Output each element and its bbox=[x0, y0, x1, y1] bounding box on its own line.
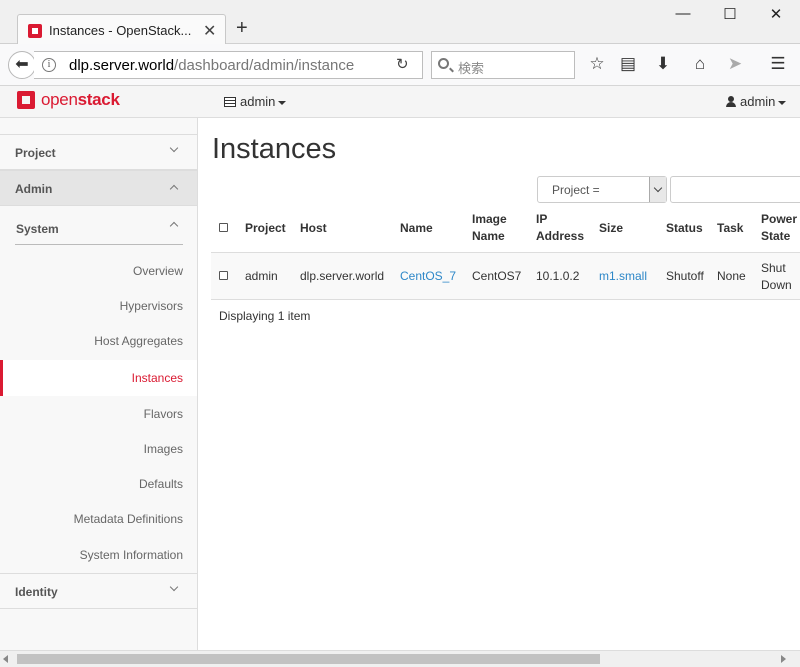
browser-tab[interactable]: Instances - OpenStack... ✕ bbox=[17, 14, 226, 45]
filter-field-select[interactable]: Project = bbox=[537, 176, 667, 203]
sidebar-panel-label: Project bbox=[15, 146, 56, 160]
cell-task: None bbox=[717, 269, 746, 283]
sidebar-panel-label: Identity bbox=[15, 585, 58, 599]
download-icon[interactable]: ⬇ bbox=[652, 54, 674, 74]
col-header-image-name-1[interactable]: Image bbox=[472, 211, 507, 228]
page-title: Instances bbox=[212, 133, 337, 165]
tab-close-icon[interactable]: ✕ bbox=[203, 21, 216, 41]
col-header-size[interactable]: Size bbox=[599, 220, 623, 237]
cell-image-name: CentOS7 bbox=[472, 269, 522, 283]
cell-host: dlp.server.world bbox=[300, 269, 385, 283]
row-checkbox[interactable] bbox=[219, 271, 228, 280]
col-header-host[interactable]: Host bbox=[300, 220, 327, 237]
cell-status: Shutoff bbox=[666, 269, 704, 283]
chevron-down-icon[interactable] bbox=[649, 177, 666, 202]
close-window-button[interactable]: ✕ bbox=[765, 5, 787, 23]
col-header-image-name-2[interactable]: Name bbox=[472, 228, 505, 245]
col-header-status[interactable]: Status bbox=[666, 220, 703, 237]
url-host: dlp.server.world bbox=[69, 57, 175, 74]
sidebar: Project Admin System Overview Hypervisor… bbox=[0, 118, 198, 650]
url-path: /dashboard/admin/instance bbox=[174, 57, 355, 74]
horizontal-scrollbar[interactable] bbox=[0, 650, 800, 667]
sidebar-item-instances[interactable]: Instances bbox=[0, 360, 197, 396]
star-icon[interactable]: ☆ bbox=[586, 54, 608, 74]
user-menu-label: admin bbox=[740, 94, 776, 109]
url-text[interactable]: dlp.server.world/dashboard/admin/instanc… bbox=[69, 57, 369, 74]
browser-search-input[interactable]: 検索 bbox=[431, 51, 575, 79]
table-footer-count: Displaying 1 item bbox=[219, 309, 311, 323]
project-switcher[interactable]: admin bbox=[224, 94, 287, 109]
sidebar-item-host-aggregates[interactable]: Host Aggregates bbox=[0, 323, 197, 359]
user-menu[interactable]: admin bbox=[726, 94, 787, 109]
reading-list-icon[interactable]: ▤ bbox=[617, 54, 639, 74]
scroll-left-icon[interactable] bbox=[3, 655, 8, 663]
cell-ip-address: 10.1.0.2 bbox=[536, 269, 580, 283]
home-icon[interactable]: ⌂ bbox=[689, 54, 711, 74]
filter-input[interactable] bbox=[670, 176, 800, 203]
caret-down-icon bbox=[778, 100, 787, 105]
divider bbox=[15, 244, 183, 245]
chevron-up-icon bbox=[169, 221, 179, 231]
chevron-down-icon bbox=[169, 582, 179, 592]
browser-titlebar: Instances - OpenStack... ✕ + — ☐ ✕ bbox=[0, 0, 800, 45]
user-icon bbox=[726, 96, 736, 107]
sidebar-panel-identity[interactable]: Identity bbox=[0, 573, 197, 609]
sidebar-panel-project[interactable]: Project bbox=[0, 134, 197, 170]
sidebar-item-overview[interactable]: Overview bbox=[0, 253, 197, 289]
brand-open: open bbox=[41, 90, 78, 109]
cell-power-state-1: Shut bbox=[761, 261, 786, 275]
chevron-down-icon bbox=[169, 143, 179, 153]
send-icon[interactable]: ➤ bbox=[724, 54, 746, 74]
sidebar-panel-admin[interactable]: Admin bbox=[0, 170, 197, 206]
minimize-button[interactable]: — bbox=[672, 5, 694, 22]
openstack-header: openstack admin admin bbox=[0, 86, 800, 118]
col-header-project[interactable]: Project bbox=[245, 220, 286, 237]
info-icon[interactable]: i bbox=[42, 58, 56, 72]
scrollbar-thumb[interactable] bbox=[17, 654, 600, 664]
reload-icon[interactable]: ↻ bbox=[396, 55, 409, 73]
sidebar-item-defaults[interactable]: Defaults bbox=[0, 466, 197, 502]
cell-instance-name-link[interactable]: CentOS_7 bbox=[400, 268, 456, 285]
menu-icon[interactable]: ☰ bbox=[767, 54, 789, 74]
openstack-logo-text[interactable]: openstack bbox=[41, 90, 120, 110]
brand-stack: stack bbox=[77, 90, 120, 109]
filter-select-value: Project = bbox=[552, 183, 600, 197]
new-tab-button[interactable]: + bbox=[236, 18, 248, 38]
search-placeholder: 検索 bbox=[458, 61, 485, 76]
sidebar-group-system[interactable]: System bbox=[0, 209, 197, 245]
openstack-favicon-icon bbox=[28, 24, 42, 38]
sidebar-group-label: System bbox=[16, 222, 59, 236]
col-header-ip-1[interactable]: IP bbox=[536, 211, 547, 228]
caret-down-icon bbox=[278, 100, 287, 105]
sidebar-item-flavors[interactable]: Flavors bbox=[0, 396, 197, 432]
cell-size-link[interactable]: m1.small bbox=[599, 268, 647, 285]
col-header-ip-2[interactable]: Address bbox=[536, 228, 584, 245]
back-arrow-icon: ⬅ bbox=[15, 56, 29, 73]
cell-project: admin bbox=[245, 269, 278, 283]
search-icon bbox=[438, 58, 449, 69]
browser-navbar: ⬅ i dlp.server.world/dashboard/admin/ins… bbox=[0, 44, 800, 86]
sidebar-item-metadata-definitions[interactable]: Metadata Definitions bbox=[0, 501, 197, 537]
col-header-power-2[interactable]: State bbox=[761, 228, 790, 245]
openstack-logo-icon[interactable] bbox=[17, 91, 35, 109]
col-header-name[interactable]: Name bbox=[400, 220, 433, 237]
maximize-button[interactable]: ☐ bbox=[719, 5, 741, 23]
url-bar[interactable]: i dlp.server.world/dashboard/admin/insta… bbox=[34, 51, 423, 79]
sidebar-panel-label: Admin bbox=[15, 182, 53, 196]
project-grid-icon bbox=[224, 97, 236, 107]
scroll-right-icon[interactable] bbox=[781, 655, 786, 663]
chevron-up-icon bbox=[169, 184, 179, 194]
select-all-checkbox[interactable] bbox=[219, 223, 228, 232]
project-switcher-label: admin bbox=[240, 94, 276, 109]
back-button[interactable]: ⬅ bbox=[8, 51, 36, 79]
sidebar-item-hypervisors[interactable]: Hypervisors bbox=[0, 288, 197, 324]
col-header-task[interactable]: Task bbox=[717, 220, 743, 237]
cell-power-state-2: Down bbox=[761, 278, 792, 292]
sidebar-item-system-information[interactable]: System Information bbox=[0, 537, 197, 573]
tab-title: Instances - OpenStack... bbox=[49, 23, 192, 38]
sidebar-item-images[interactable]: Images bbox=[0, 431, 197, 467]
col-header-power-1[interactable]: Power bbox=[761, 211, 797, 228]
